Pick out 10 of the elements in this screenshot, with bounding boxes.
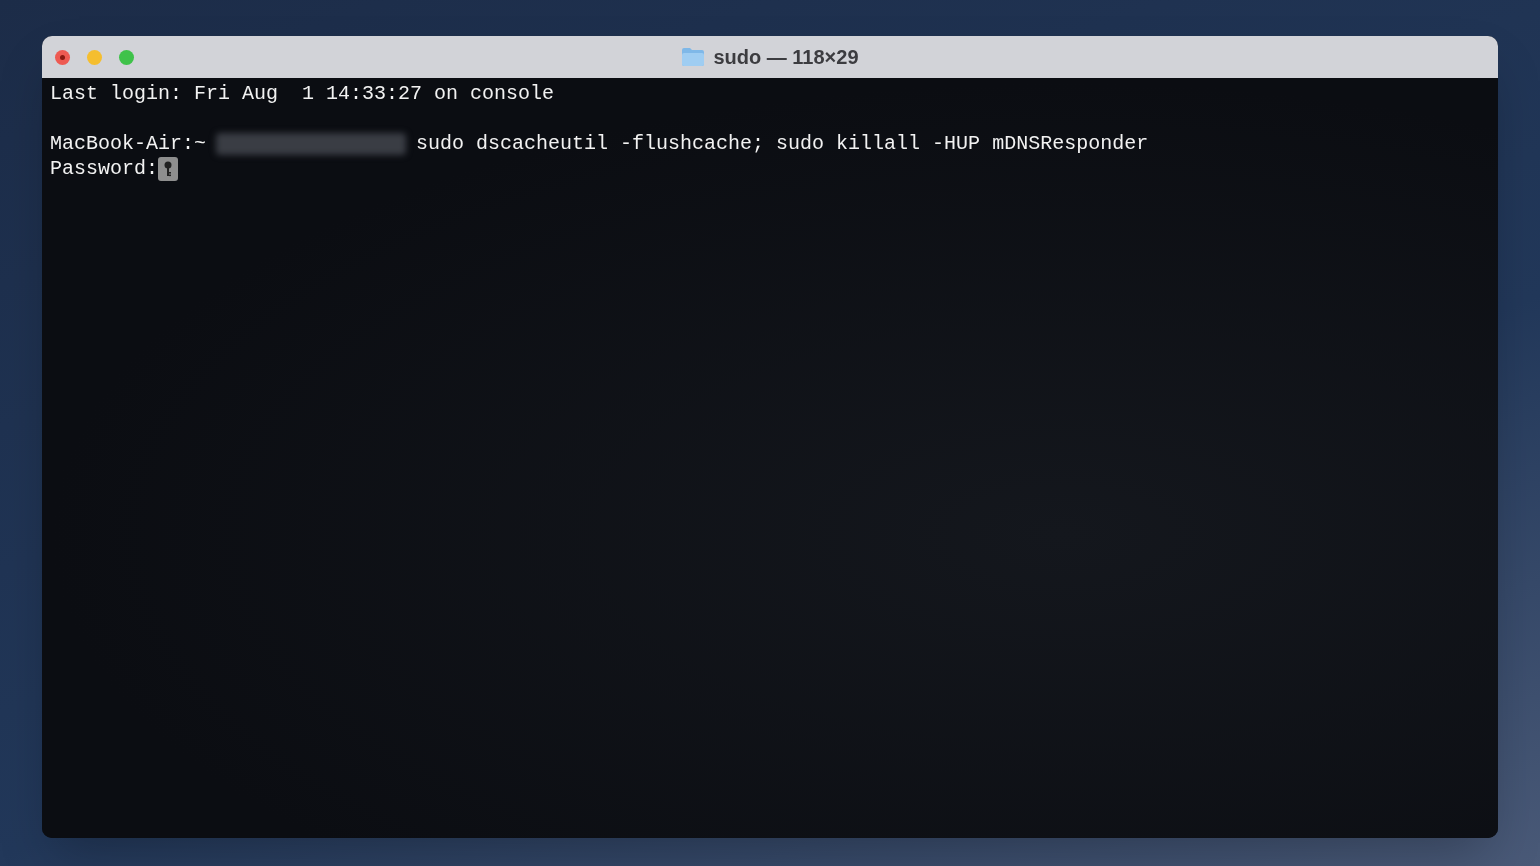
folder-icon: [681, 47, 706, 67]
shell-prompt: MacBook-Air:~: [50, 131, 207, 156]
terminal-line: Last login: Fri Aug 1 14:33:27 on console: [50, 81, 555, 106]
minimize-button[interactable]: [87, 49, 102, 65]
close-button[interactable]: [55, 49, 70, 65]
zoom-button[interactable]: [119, 49, 134, 65]
window-title: sudo — 118×29: [713, 45, 859, 70]
terminal-command: sudo dscacheutil -flushcache; sudo killall -HUP mDNSResponder: [416, 131, 1149, 156]
key-cursor-icon: [158, 156, 179, 181]
password-prompt: Password:: [50, 156, 159, 181]
